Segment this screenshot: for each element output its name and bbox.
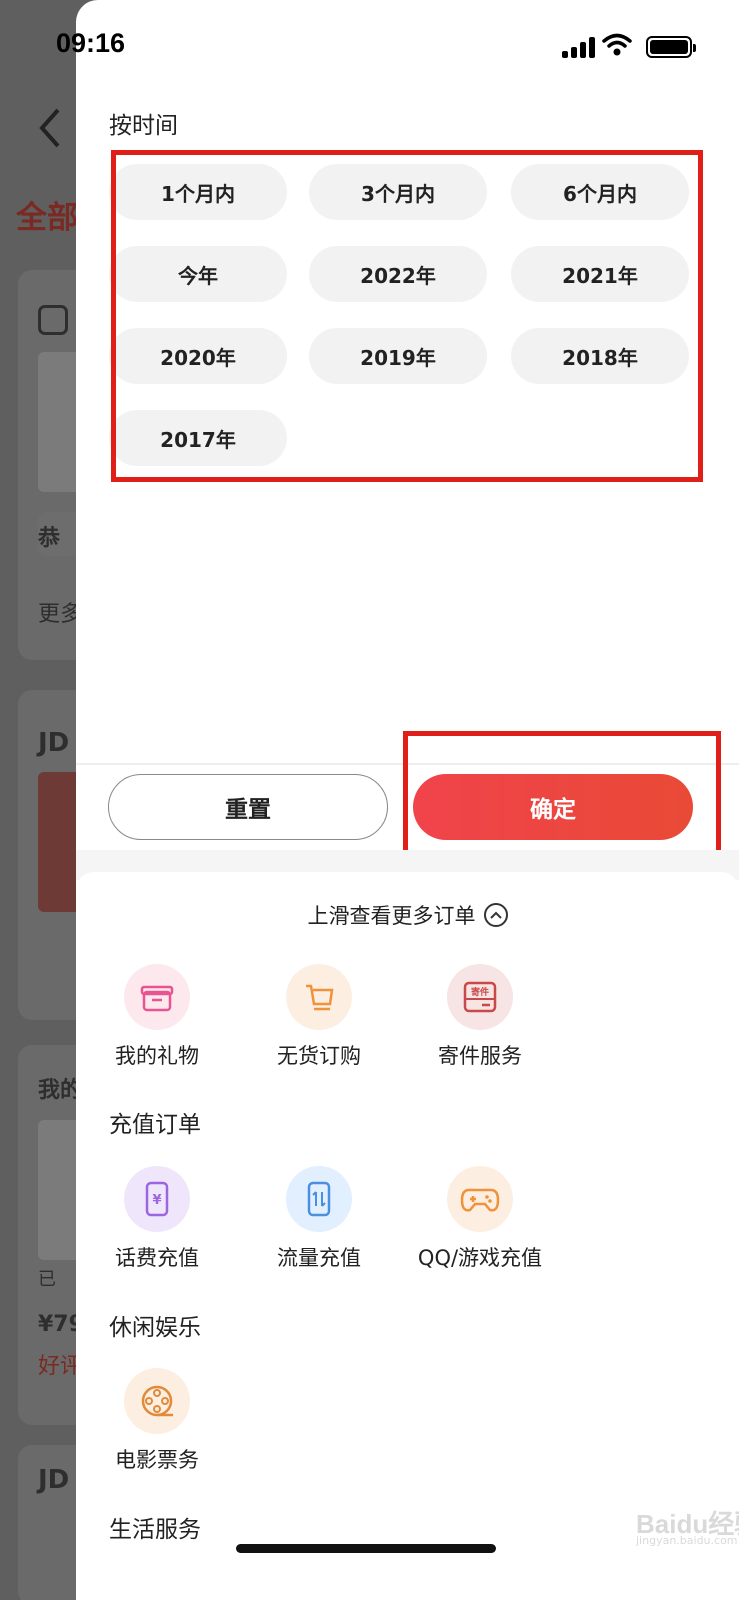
out-of-stock-label: 无货订购 — [277, 1044, 361, 1068]
section-title-life-services: 生活服务 — [109, 1517, 201, 1543]
status-time: 09:16 — [56, 28, 126, 58]
svg-text:寄件: 寄件 — [471, 986, 489, 998]
gift-icon — [124, 964, 190, 1030]
shipping-service-label: 寄件服务 — [438, 1044, 522, 1068]
back-chevron-icon — [39, 108, 60, 148]
swipe-up-hint[interactable]: 上滑查看更多订单 — [76, 900, 739, 930]
bg-text-1: 恭 — [38, 526, 61, 551]
package-icon: 寄件 — [447, 964, 513, 1030]
film-reel-icon — [124, 1368, 190, 1434]
baidu-watermark: Baidu经验 jingyan.baidu.com — [636, 1498, 739, 1548]
cart-icon — [286, 964, 352, 1030]
my-gifts-label: 我的礼物 — [115, 1044, 199, 1068]
my-gifts-entry[interactable]: 我的礼物 — [92, 964, 222, 1070]
wifi-icon — [602, 33, 632, 56]
data-traffic-icon — [286, 1166, 352, 1232]
phone-recharge-entry[interactable]: ¥ 话费充值 — [92, 1166, 222, 1272]
svg-text:¥: ¥ — [152, 1193, 161, 1208]
reset-button[interactable]: 重置 — [108, 774, 388, 840]
movie-tickets-label: 电影票务 — [115, 1448, 199, 1472]
section-title-time: 按时间 — [109, 113, 178, 139]
home-indicator — [236, 1544, 496, 1553]
gamepad-icon — [447, 1166, 513, 1232]
bg-shop-icon — [38, 305, 68, 335]
data-recharge-entry[interactable]: 流量充值 — [254, 1166, 384, 1272]
movie-tickets-entry[interactable]: 电影票务 — [92, 1368, 222, 1474]
chevron-up-icon — [483, 903, 508, 927]
out-of-stock-order-entry[interactable]: 无货订购 — [254, 964, 384, 1070]
filter-drawer: 按时间 1个月内 3个月内 6个月内 今年 2022年 2021年 2020年 … — [76, 0, 739, 1600]
bg-text-5: 已 — [38, 1269, 56, 1290]
swipe-hint-label: 上滑查看更多订单 — [307, 904, 476, 928]
phone-recharge-label: 话费充值 — [115, 1246, 199, 1270]
watermark-sub: jingyan.baidu.com — [636, 1534, 738, 1547]
annotation-highlight-box — [111, 150, 703, 482]
game-recharge-label: QQ/游戏充值 — [417, 1246, 543, 1270]
shipping-service-entry[interactable]: 寄件 寄件服务 — [415, 964, 545, 1070]
bg-text-3: JD — [38, 728, 70, 758]
phone-yuan-icon: ¥ — [124, 1166, 190, 1232]
data-recharge-label: 流量充值 — [277, 1246, 361, 1270]
battery-icon — [646, 36, 696, 58]
game-recharge-entry[interactable]: QQ/游戏充值 — [415, 1166, 545, 1272]
bg-title-fragment: 全部 — [16, 200, 78, 236]
section-title-recharge: 充值订单 — [109, 1112, 201, 1138]
status-bar: 09:16 — [0, 0, 739, 70]
cellular-signal-icon — [562, 36, 596, 58]
bg-text-6: JD — [38, 1465, 70, 1495]
section-title-leisure: 休闲娱乐 — [109, 1315, 201, 1341]
